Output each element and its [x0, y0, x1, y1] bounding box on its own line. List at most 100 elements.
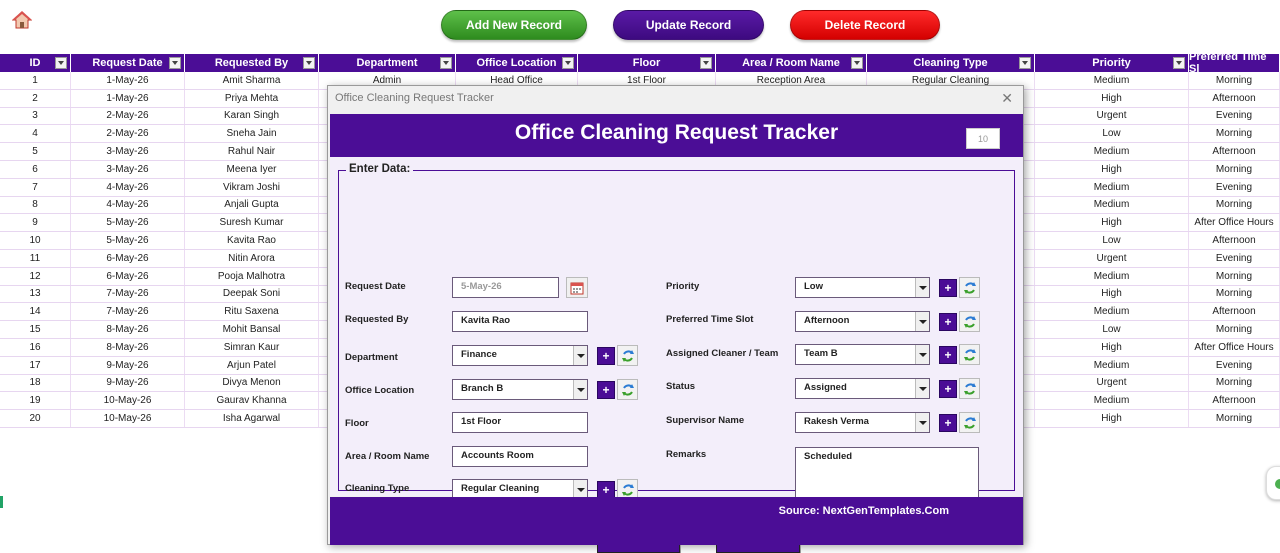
- table-cell[interactable]: 7-May-26: [71, 285, 185, 303]
- table-cell[interactable]: Evening: [1189, 250, 1280, 267]
- table-cell[interactable]: High: [1035, 285, 1189, 303]
- table-cell[interactable]: Medium: [1035, 143, 1189, 160]
- table-cell[interactable]: Karan Singh: [185, 107, 319, 125]
- table-cell[interactable]: Evening: [1189, 356, 1280, 374]
- dropdown-arrow-icon[interactable]: [573, 346, 587, 365]
- add-time-slot-button[interactable]: +: [939, 313, 957, 331]
- dropdown-arrow-icon[interactable]: [915, 345, 929, 364]
- table-cell[interactable]: 20: [0, 410, 71, 427]
- table-cell[interactable]: Afternoon: [1189, 143, 1280, 160]
- table-cell[interactable]: Morning: [1189, 374, 1280, 392]
- close-icon[interactable]: ✕: [1001, 90, 1013, 107]
- table-cell[interactable]: 6: [0, 161, 71, 178]
- table-cell[interactable]: Anjali Gupta: [185, 196, 319, 214]
- table-cell[interactable]: Medium: [1035, 72, 1189, 89]
- refresh-icon[interactable]: [959, 412, 980, 433]
- table-cell[interactable]: Divya Menon: [185, 374, 319, 392]
- department-dropdown[interactable]: Finance: [452, 345, 588, 366]
- floor-field[interactable]: 1st Floor: [452, 412, 588, 433]
- table-cell[interactable]: Amit Sharma: [185, 72, 319, 89]
- table-cell[interactable]: 4-May-26: [71, 196, 185, 214]
- table-cell[interactable]: Afternoon: [1189, 392, 1280, 410]
- priority-dropdown[interactable]: Low: [795, 277, 930, 298]
- table-cell[interactable]: 2-May-26: [71, 125, 185, 143]
- table-cell[interactable]: Evening: [1189, 107, 1280, 125]
- table-cell[interactable]: Morning: [1189, 161, 1280, 178]
- table-cell[interactable]: Vikram Joshi: [185, 178, 319, 196]
- table-cell[interactable]: 8: [0, 196, 71, 214]
- table-cell[interactable]: 8-May-26: [71, 321, 185, 338]
- table-cell[interactable]: Isha Agarwal: [185, 410, 319, 427]
- table-cell[interactable]: Morning: [1189, 267, 1280, 285]
- add-office-location-button[interactable]: +: [597, 381, 615, 399]
- table-cell[interactable]: 6-May-26: [71, 267, 185, 285]
- dropdown-arrow-icon[interactable]: [915, 413, 929, 432]
- requested-by-field[interactable]: Kavita Rao: [452, 311, 588, 332]
- column-header[interactable]: Preferred Time Sl: [1189, 51, 1280, 75]
- refresh-icon[interactable]: [959, 277, 980, 298]
- filter-dropdown-icon[interactable]: [303, 57, 315, 69]
- filter-dropdown-icon[interactable]: [1019, 57, 1031, 69]
- table-cell[interactable]: 9-May-26: [71, 374, 185, 392]
- table-cell[interactable]: Pooja Malhotra: [185, 267, 319, 285]
- table-cell[interactable]: Deepak Soni: [185, 285, 319, 303]
- table-cell[interactable]: 3-May-26: [71, 143, 185, 160]
- table-cell[interactable]: Priya Mehta: [185, 89, 319, 107]
- table-cell[interactable]: 12: [0, 267, 71, 285]
- column-header[interactable]: Area / Room Name: [716, 54, 867, 72]
- table-cell[interactable]: 5: [0, 143, 71, 160]
- table-cell[interactable]: 3-May-26: [71, 161, 185, 178]
- table-cell[interactable]: High: [1035, 214, 1189, 232]
- refresh-icon[interactable]: [617, 379, 638, 400]
- table-cell[interactable]: 2-May-26: [71, 107, 185, 125]
- refresh-icon[interactable]: [617, 345, 638, 366]
- table-cell[interactable]: Evening: [1189, 178, 1280, 196]
- refresh-icon[interactable]: [959, 378, 980, 399]
- table-cell[interactable]: Low: [1035, 321, 1189, 338]
- column-header[interactable]: Cleaning Type: [867, 54, 1035, 72]
- table-cell[interactable]: 9: [0, 214, 71, 232]
- table-cell[interactable]: Afternoon: [1189, 303, 1280, 321]
- table-cell[interactable]: Urgent: [1035, 250, 1189, 267]
- table-cell[interactable]: 3: [0, 107, 71, 125]
- table-cell[interactable]: 14: [0, 303, 71, 321]
- table-cell[interactable]: 13: [0, 285, 71, 303]
- filter-dropdown-icon[interactable]: [55, 57, 67, 69]
- update-record-button[interactable]: Update Record: [613, 10, 764, 40]
- table-cell[interactable]: Medium: [1035, 303, 1189, 321]
- table-cell[interactable]: 17: [0, 356, 71, 374]
- table-cell[interactable]: 15: [0, 321, 71, 338]
- table-cell[interactable]: 5-May-26: [71, 214, 185, 232]
- table-cell[interactable]: Meena Iyer: [185, 161, 319, 178]
- table-cell[interactable]: 7: [0, 178, 71, 196]
- status-dropdown[interactable]: Assigned: [795, 378, 930, 399]
- table-cell[interactable]: Afternoon: [1189, 89, 1280, 107]
- table-cell[interactable]: Low: [1035, 125, 1189, 143]
- table-cell[interactable]: After Office Hours: [1189, 214, 1280, 232]
- table-cell[interactable]: Suresh Kumar: [185, 214, 319, 232]
- office-location-dropdown[interactable]: Branch B: [452, 379, 588, 400]
- table-cell[interactable]: High: [1035, 410, 1189, 427]
- table-cell[interactable]: Morning: [1189, 125, 1280, 143]
- remarks-textarea[interactable]: Scheduled: [795, 447, 979, 504]
- table-cell[interactable]: Kavita Rao: [185, 232, 319, 249]
- column-header[interactable]: Request Date: [71, 54, 185, 72]
- dropdown-arrow-icon[interactable]: [915, 312, 929, 331]
- table-cell[interactable]: 1-May-26: [71, 72, 185, 89]
- refresh-icon[interactable]: [959, 344, 980, 365]
- time-slot-dropdown[interactable]: Afternoon: [795, 311, 930, 332]
- table-cell[interactable]: High: [1035, 161, 1189, 178]
- column-header[interactable]: ID: [0, 54, 71, 72]
- column-header[interactable]: Department: [319, 54, 456, 72]
- table-cell[interactable]: Morning: [1189, 196, 1280, 214]
- table-cell[interactable]: 19: [0, 392, 71, 410]
- calendar-icon[interactable]: [566, 277, 588, 298]
- cleaner-team-dropdown[interactable]: Team B: [795, 344, 930, 365]
- supervisor-dropdown[interactable]: Rakesh Verma: [795, 412, 930, 433]
- area-room-field[interactable]: Accounts Room: [452, 446, 588, 467]
- column-header[interactable]: Priority: [1035, 54, 1189, 72]
- table-cell[interactable]: High: [1035, 339, 1189, 356]
- column-header[interactable]: Floor: [578, 54, 716, 72]
- table-cell[interactable]: 2: [0, 89, 71, 107]
- add-new-record-button[interactable]: Add New Record: [441, 10, 587, 40]
